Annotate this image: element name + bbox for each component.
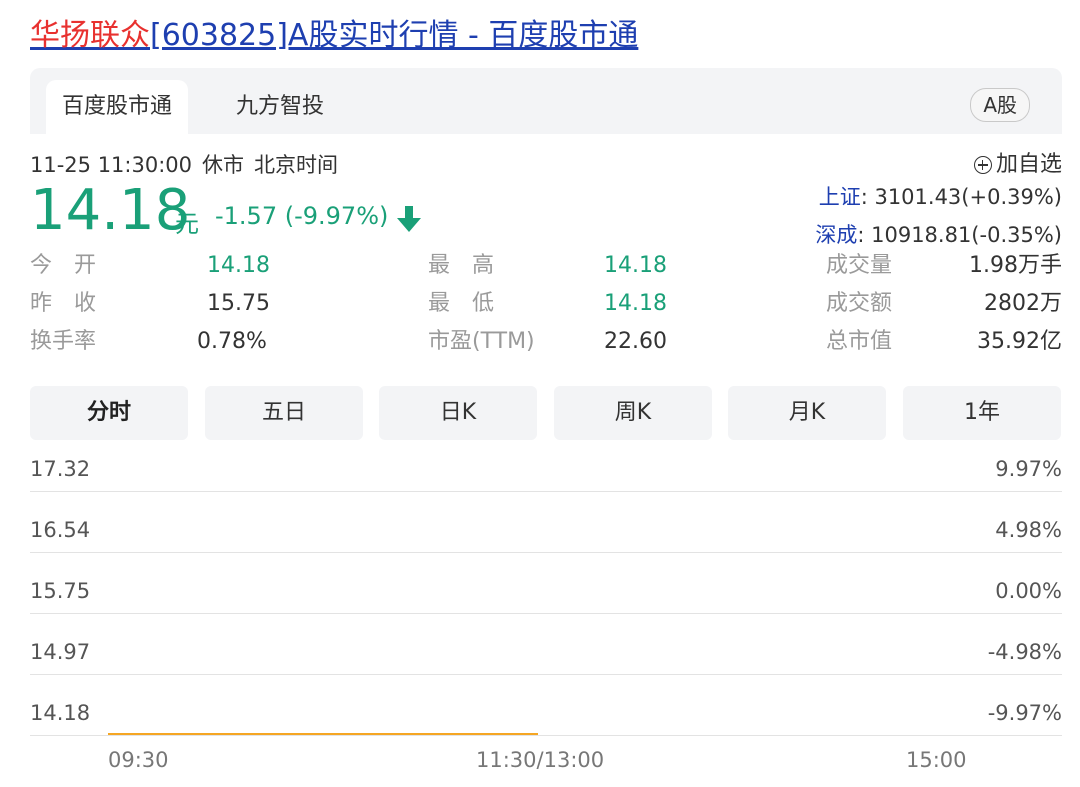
stock-name[interactable]: 华扬联众	[30, 18, 150, 53]
chart-gridline	[30, 552, 1062, 553]
market-badge[interactable]: A股	[970, 88, 1030, 122]
x-tick-close: 15:00	[906, 748, 967, 772]
index-shenzhen-value: : 10918.81(-0.35%)	[857, 223, 1062, 247]
page-title-rest[interactable]: [603825]A股实时行情 - 百度股市通	[150, 18, 638, 53]
y-tick-left: 14.18	[30, 701, 91, 725]
stat-high-label: 最 高	[428, 253, 495, 278]
index-shanghai: 上证: 3101.43(+0.39%)	[819, 182, 1062, 212]
y-tick-right: 4.98%	[995, 518, 1062, 542]
timeframe-daily-k[interactable]: 日K	[379, 386, 537, 440]
y-tick-right: -4.98%	[987, 640, 1062, 664]
page-title-link[interactable]: 华扬联众[603825]A股实时行情 - 百度股市通	[30, 14, 638, 58]
index-shanghai-name[interactable]: 上证	[819, 185, 861, 209]
stat-pe-value: 22.60	[604, 329, 667, 354]
timezone-label: 北京时间	[254, 153, 339, 177]
stat-market-cap-value: 35.92亿	[977, 329, 1062, 354]
y-tick-left: 16.54	[30, 518, 91, 542]
tab-jiufang-zhitou[interactable]: 九方智投	[236, 80, 324, 134]
chart-gridline	[30, 674, 1062, 675]
stat-low-value: 14.18	[604, 291, 667, 316]
y-tick-right: -9.97%	[987, 701, 1062, 725]
stat-high-value: 14.18	[604, 253, 667, 278]
price-series-line	[108, 733, 538, 735]
price-unit: 元	[175, 210, 199, 238]
tab-baidu-gushitong[interactable]: 百度股市通	[46, 80, 189, 134]
price-change: -1.57 (-9.97%)	[215, 202, 389, 230]
stat-turnover-value: 0.78%	[197, 329, 267, 354]
stat-turnover-label: 换手率	[30, 329, 97, 354]
timeframe-intraday[interactable]: 分时	[30, 386, 188, 440]
y-tick-left: 14.97	[30, 640, 91, 664]
stat-open-value: 14.18	[207, 253, 270, 278]
timeframe-monthly-k[interactable]: 月K	[728, 386, 886, 440]
quote-datetime: 11-25 11:30:00	[30, 153, 193, 177]
y-tick-left: 17.32	[30, 457, 91, 481]
chart-gridline	[30, 613, 1062, 614]
stat-low-label: 最 低	[428, 291, 495, 316]
x-tick-open: 09:30	[108, 748, 169, 772]
stat-amount-value: 2802万	[984, 291, 1062, 316]
y-tick-left: 15.75	[30, 579, 91, 603]
add-to-watchlist-label: 加自选	[995, 152, 1062, 177]
market-status: 休市	[202, 153, 245, 177]
plus-circle-icon	[973, 156, 992, 174]
arrow-down-icon	[397, 206, 421, 232]
index-shanghai-value: : 3101.43(+0.39%)	[860, 185, 1062, 209]
stat-pe-label: 市盈(TTM)	[428, 329, 535, 354]
timeframe-one-year[interactable]: 1年	[903, 386, 1061, 440]
index-shenzhen-name[interactable]: 深成	[815, 223, 857, 247]
stat-amount-label: 成交额	[826, 291, 893, 316]
current-price: 14.18	[30, 178, 191, 243]
index-shenzhen: 深成: 10918.81(-0.35%)	[815, 220, 1062, 250]
timeframe-weekly-k[interactable]: 周K	[554, 386, 712, 440]
stat-market-cap-label: 总市值	[826, 329, 893, 354]
chart-gridline	[30, 491, 1062, 492]
stat-prev-close-value: 15.75	[207, 291, 270, 316]
add-to-watchlist-button[interactable]: 加自选	[973, 150, 1062, 180]
source-tab-bar: 百度股市通 九方智投 A股	[30, 68, 1062, 134]
timeframe-selector: 分时 五日 日K 周K 月K 1年	[30, 386, 1062, 440]
x-tick-midday: 11:30/13:00	[476, 748, 605, 772]
stat-prev-close-label: 昨 收	[30, 291, 97, 316]
timeframe-five-day[interactable]: 五日	[205, 386, 363, 440]
stat-open-label: 今 开	[30, 253, 97, 278]
stat-volume-value: 1.98万手	[969, 253, 1062, 278]
quote-meta: 11-25 11:30:00 休市 北京时间	[30, 150, 348, 180]
chart-gridline	[30, 735, 1062, 736]
stat-volume-label: 成交量	[826, 253, 893, 278]
y-tick-right: 0.00%	[995, 579, 1062, 603]
y-tick-right: 9.97%	[995, 457, 1062, 481]
